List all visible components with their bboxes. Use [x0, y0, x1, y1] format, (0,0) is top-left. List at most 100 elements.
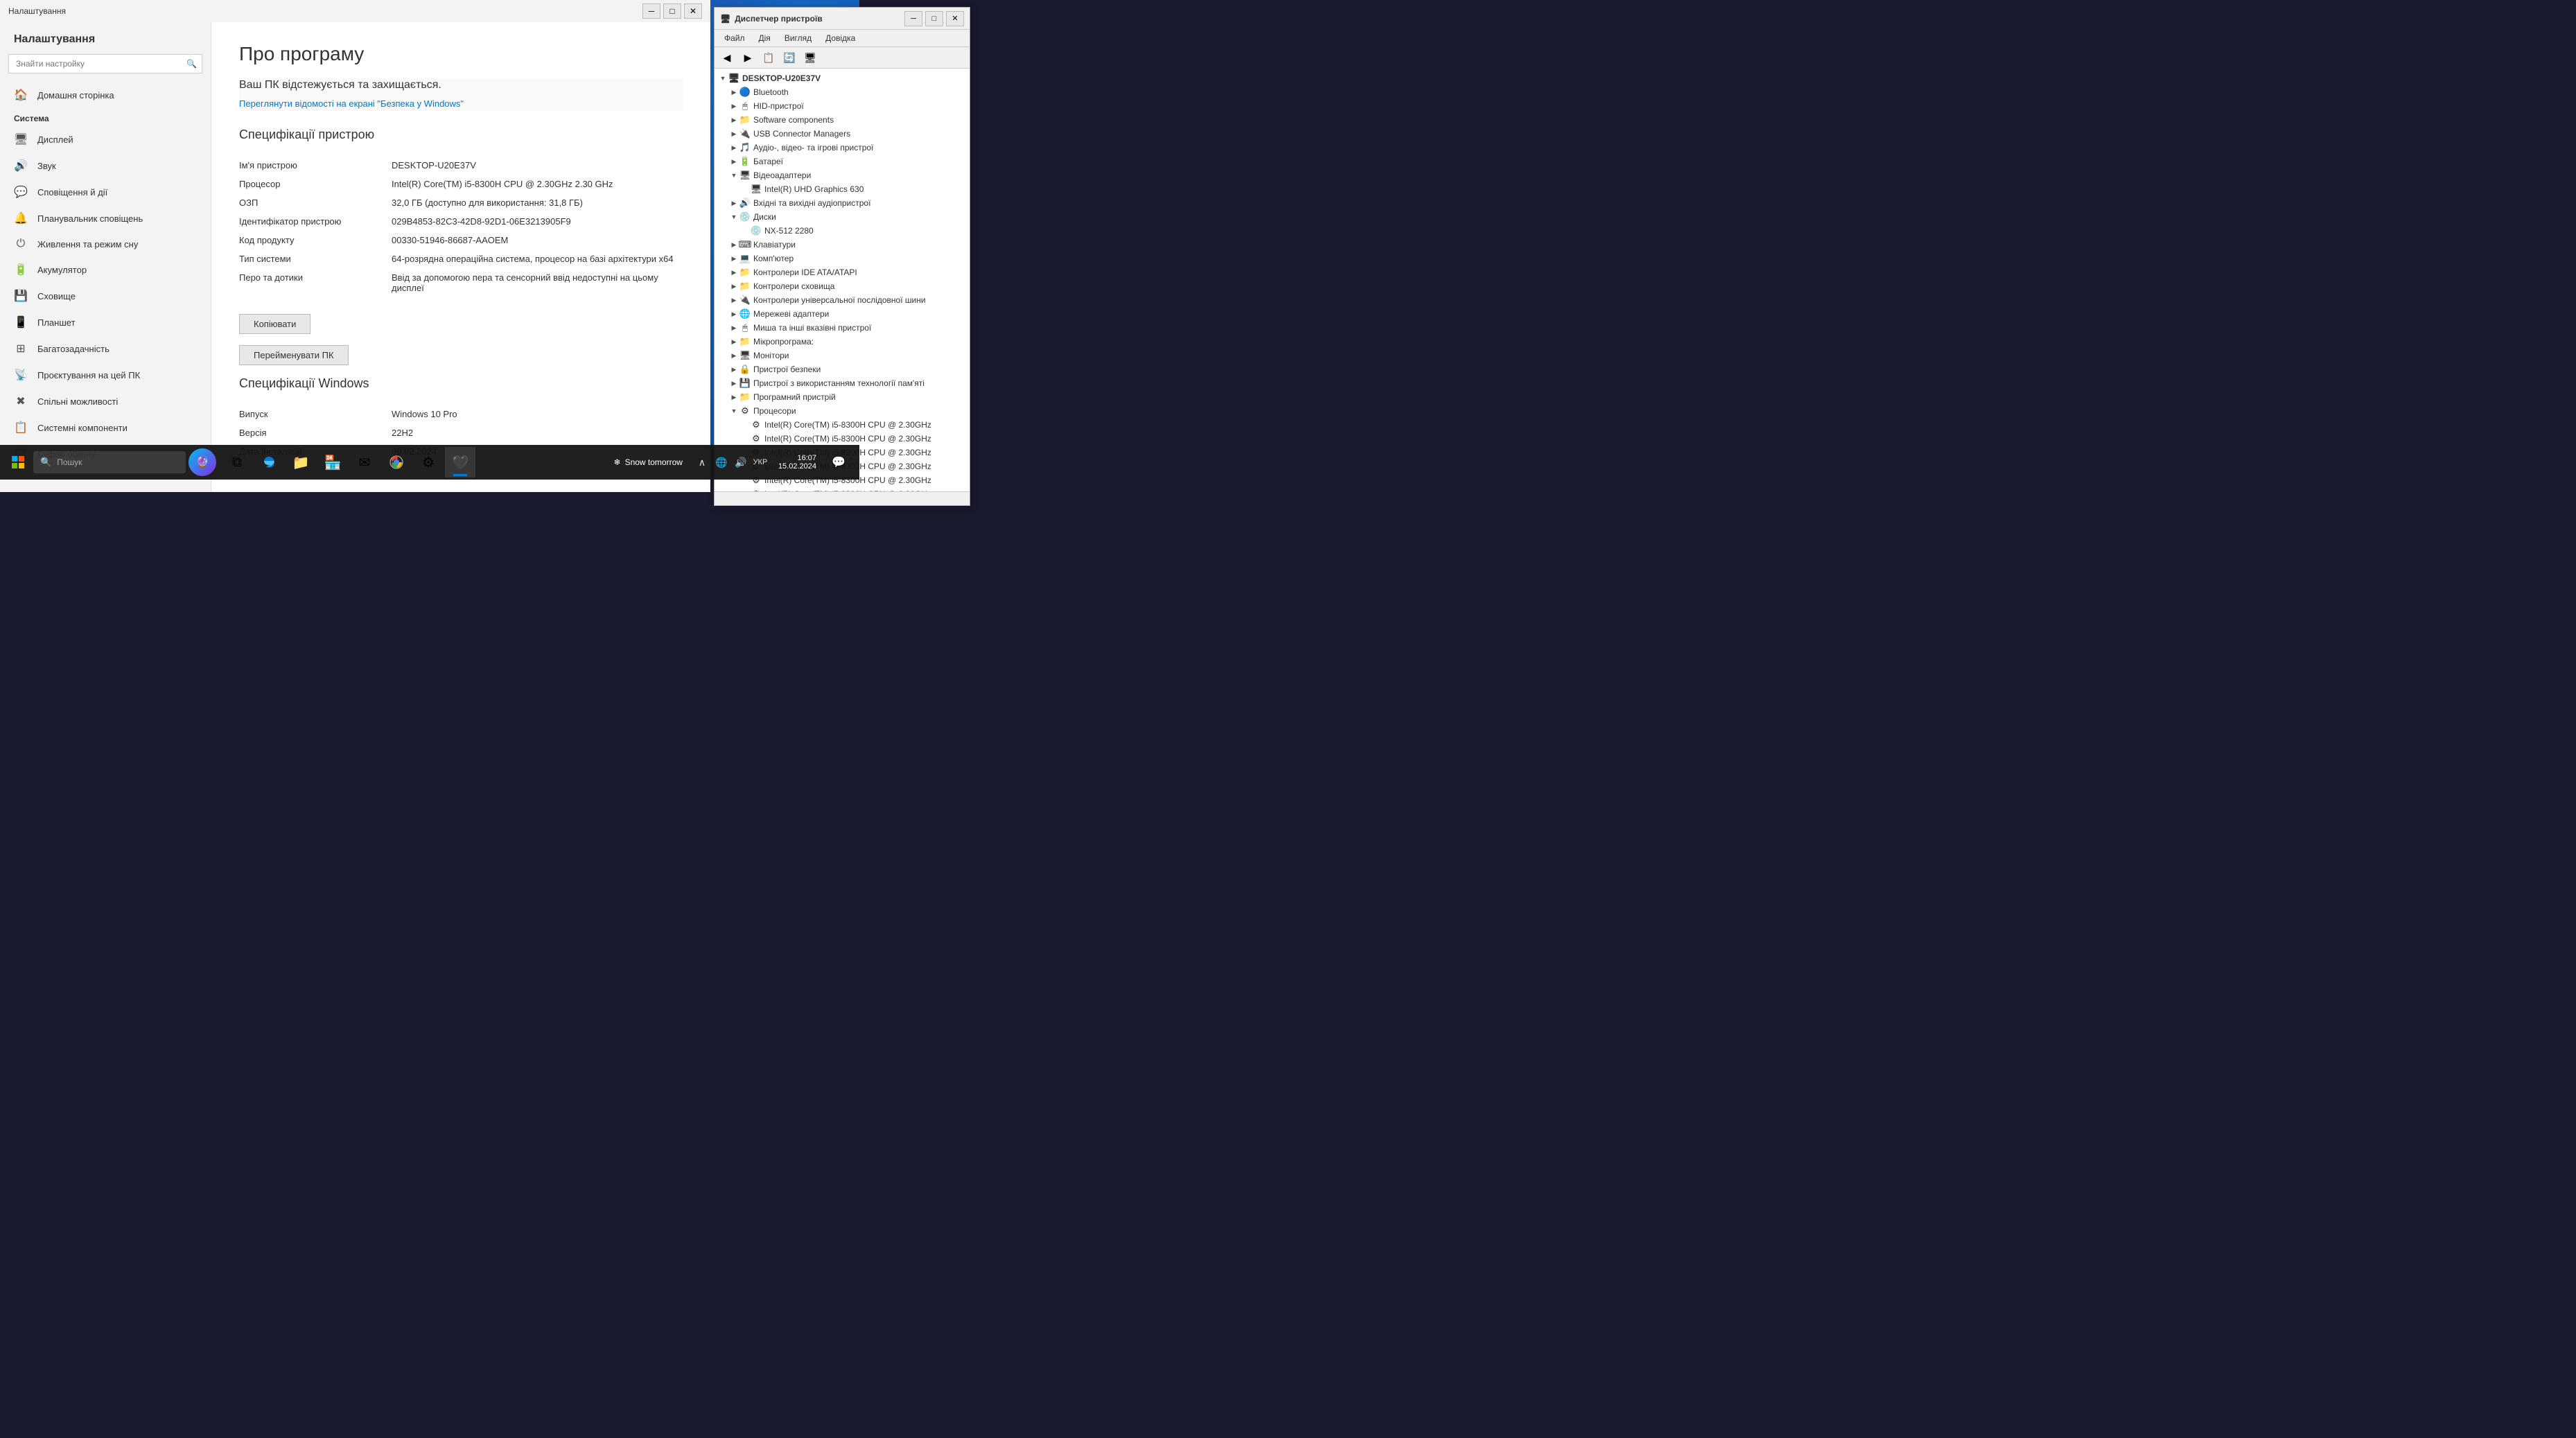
- tree-item-hid[interactable]: ▶ 🖱 HID-пристрої: [715, 99, 970, 113]
- dm-minimize-button[interactable]: ─: [904, 11, 922, 26]
- sidebar-item-focus[interactable]: 🔔 Планувальник сповіщень: [0, 205, 211, 231]
- tree-item-display-adapters[interactable]: ▼ 🖥 Відеоадаптери: [715, 168, 970, 182]
- close-button[interactable]: ✕: [684, 3, 702, 19]
- firmware-toggle[interactable]: ▶: [728, 336, 739, 347]
- dm-menu-file[interactable]: Файл: [717, 31, 752, 45]
- taskbar-explorer[interactable]: 📁: [286, 447, 316, 477]
- sidebar-item-projecting[interactable]: 📡 Проєктування на цей ПК: [0, 362, 211, 388]
- tree-item-disk-drives[interactable]: ▼ 💿 Диски: [715, 210, 970, 224]
- sidebar-item-battery[interactable]: 🔋 Акумулятор: [0, 256, 211, 283]
- taskbar-store[interactable]: 🏪: [317, 447, 348, 477]
- taskbar-settings-app[interactable]: ⚙: [413, 447, 444, 477]
- disk-toggle[interactable]: ▼: [728, 211, 739, 222]
- taskbar-task-view[interactable]: ⧉: [222, 447, 252, 477]
- sidebar-item-power[interactable]: ⏻ Живлення та режим сну: [0, 231, 211, 256]
- dm-menu-help[interactable]: Довідка: [818, 31, 862, 45]
- tree-item-monitors[interactable]: ▶ 🖥 Монітори: [715, 349, 970, 362]
- sidebar-item-multitask[interactable]: ⊞ Багатозадачність: [0, 335, 211, 362]
- dm-forward-button[interactable]: ▶: [738, 49, 757, 66]
- taskbar-mail[interactable]: ✉: [349, 447, 380, 477]
- search-input[interactable]: [8, 54, 202, 73]
- usb-ctrl-toggle[interactable]: ▶: [728, 295, 739, 306]
- dm-back-button[interactable]: ◀: [717, 49, 737, 66]
- tree-item-usb-controllers[interactable]: ▶ 🔌 Контролери універсальної послідовної…: [715, 293, 970, 307]
- tree-item-mice[interactable]: ▶ 🖱 Миша та інші вказівні пристрої: [715, 321, 970, 335]
- taskbar-clock[interactable]: 16:07 15.02.2024: [774, 451, 821, 473]
- dm-update-button[interactable]: 🔄: [780, 49, 799, 66]
- software-dev-toggle[interactable]: ▶: [728, 392, 739, 403]
- taskbar-edge[interactable]: [254, 447, 284, 477]
- copy-button[interactable]: Копіювати: [239, 314, 310, 334]
- sidebar-item-system-components[interactable]: 📋 Системні компоненти: [0, 414, 211, 441]
- software-toggle[interactable]: ▶: [728, 114, 739, 125]
- rename-button[interactable]: Перейменувати ПК: [239, 345, 349, 365]
- tray-volume-icon[interactable]: 🔊: [733, 454, 749, 471]
- keyboards-toggle[interactable]: ▶: [728, 239, 739, 250]
- dm-menu-view[interactable]: Вигляд: [778, 31, 818, 45]
- processors-toggle[interactable]: ▼: [728, 405, 739, 417]
- notification-center-button[interactable]: 💬: [826, 447, 851, 477]
- monitors-toggle[interactable]: ▶: [728, 350, 739, 361]
- dm-properties-button[interactable]: 📋: [759, 49, 778, 66]
- taskbar-terminal[interactable]: 🖤: [445, 447, 475, 477]
- display-toggle[interactable]: ▼: [728, 170, 739, 181]
- tree-item-cpu2[interactable]: ⚙ Intel(R) Core(TM) i5-8300H CPU @ 2.30G…: [715, 432, 970, 446]
- sidebar-item-display[interactable]: 🖥 Дисплей: [0, 126, 211, 152]
- tree-item-memory-tech[interactable]: ▶ 💾 Пристрої з використанням технології …: [715, 376, 970, 390]
- sidebar-item-home[interactable]: 🏠 Домашня сторінка: [0, 82, 211, 108]
- tray-expand-icon[interactable]: ∧: [694, 454, 710, 471]
- audio-toggle[interactable]: ▶: [728, 142, 739, 153]
- computer-toggle[interactable]: ▶: [728, 253, 739, 264]
- tray-network-icon[interactable]: 🌐: [713, 454, 730, 471]
- tree-item-storage-controllers[interactable]: ▶ 📁 Контролери сховища: [715, 279, 970, 293]
- taskbar-chrome[interactable]: [381, 447, 412, 477]
- tree-item-computer[interactable]: ▶ 💻 Комп'ютер: [715, 252, 970, 265]
- tree-item-nx512[interactable]: 💿 NX-512 2280: [715, 224, 970, 238]
- taskbar-weather[interactable]: ❄ Snow tomorrow: [608, 455, 688, 470]
- maximize-button[interactable]: □: [663, 3, 681, 19]
- dm-menu-action[interactable]: Дія: [752, 31, 778, 45]
- storage-toggle[interactable]: ▶: [728, 281, 739, 292]
- sidebar-item-storage[interactable]: 💾 Сховище: [0, 283, 211, 309]
- tree-item-usb-connectors[interactable]: ▶ 🔌 USB Connector Managers: [715, 127, 970, 141]
- start-button[interactable]: [3, 447, 33, 477]
- ide-toggle[interactable]: ▶: [728, 267, 739, 278]
- tree-item-batteries[interactable]: ▶ 🔋 Батареї: [715, 155, 970, 168]
- tree-item-ide[interactable]: ▶ 📁 Контролери IDE ATA/ATAPI: [715, 265, 970, 279]
- sidebar-item-shared[interactable]: ✖ Спільні можливості: [0, 388, 211, 414]
- dm-close-button[interactable]: ✕: [946, 11, 964, 26]
- tree-item-processors[interactable]: ▼ ⚙ Процесори: [715, 404, 970, 418]
- sidebar-item-sound[interactable]: 🔊 Звук: [0, 152, 211, 179]
- sidebar-item-notifications[interactable]: 💬 Сповіщення й дії: [0, 179, 211, 205]
- tree-item-keyboards[interactable]: ▶ ⌨ Клавіатури: [715, 238, 970, 252]
- audio-io-toggle[interactable]: ▶: [728, 198, 739, 209]
- bluetooth-toggle[interactable]: ▶: [728, 87, 739, 98]
- dm-computer-button[interactable]: 🖥: [800, 49, 820, 66]
- tree-item-network-adapters[interactable]: ▶ 🌐 Мережеві адаптери: [715, 307, 970, 321]
- mice-toggle[interactable]: ▶: [728, 322, 739, 333]
- tree-item-firmware[interactable]: ▶ 📁 Мікропрограма:: [715, 335, 970, 349]
- batteries-toggle[interactable]: ▶: [728, 156, 739, 167]
- tree-item-bluetooth[interactable]: ▶ 🔵 Bluetooth: [715, 85, 970, 99]
- memory-toggle[interactable]: ▶: [728, 378, 739, 389]
- tree-item-cpu1[interactable]: ⚙ Intel(R) Core(TM) i5-8300H CPU @ 2.30G…: [715, 418, 970, 432]
- dm-tree[interactable]: ▼ 🖥 DESKTOP-U20E37V ▶ 🔵 Bluetooth ▶ 🖱 HI…: [715, 69, 970, 491]
- hid-toggle[interactable]: ▶: [728, 100, 739, 112]
- dm-root-node[interactable]: ▼ 🖥 DESKTOP-U20E37V: [715, 71, 970, 85]
- dm-maximize-button[interactable]: □: [925, 11, 943, 26]
- sidebar-item-tablet[interactable]: 📱 Планшет: [0, 309, 211, 335]
- minimize-button[interactable]: ─: [642, 3, 660, 19]
- usb-toggle[interactable]: ▶: [728, 128, 739, 139]
- tree-item-software-components[interactable]: ▶ 📁 Software components: [715, 113, 970, 127]
- tree-item-cpu6[interactable]: ⚙ Intel(R) Core(TM) i5-8300H CPU @ 2.30G…: [715, 487, 970, 491]
- tree-item-audio-video[interactable]: ▶ 🎵 Аудіо-, відео- та ігрові пристрої: [715, 141, 970, 155]
- tray-language-icon[interactable]: УКР: [752, 454, 769, 471]
- taskbar-search[interactable]: 🔍 Пошук: [33, 451, 186, 473]
- cortana-button[interactable]: 🔮: [189, 448, 216, 476]
- root-collapse-icon[interactable]: ▼: [717, 73, 728, 84]
- tree-item-audio-io[interactable]: ▶ 🔊 Вхідні та вихідні аудіопристрої: [715, 196, 970, 210]
- tree-item-software-device[interactable]: ▶ 📁 Програмний пристрій: [715, 390, 970, 404]
- security-link[interactable]: Переглянути відомості на екрані "Безпека…: [239, 97, 683, 111]
- network-toggle[interactable]: ▶: [728, 308, 739, 319]
- tree-item-security[interactable]: ▶ 🔒 Пристрої безпеки: [715, 362, 970, 376]
